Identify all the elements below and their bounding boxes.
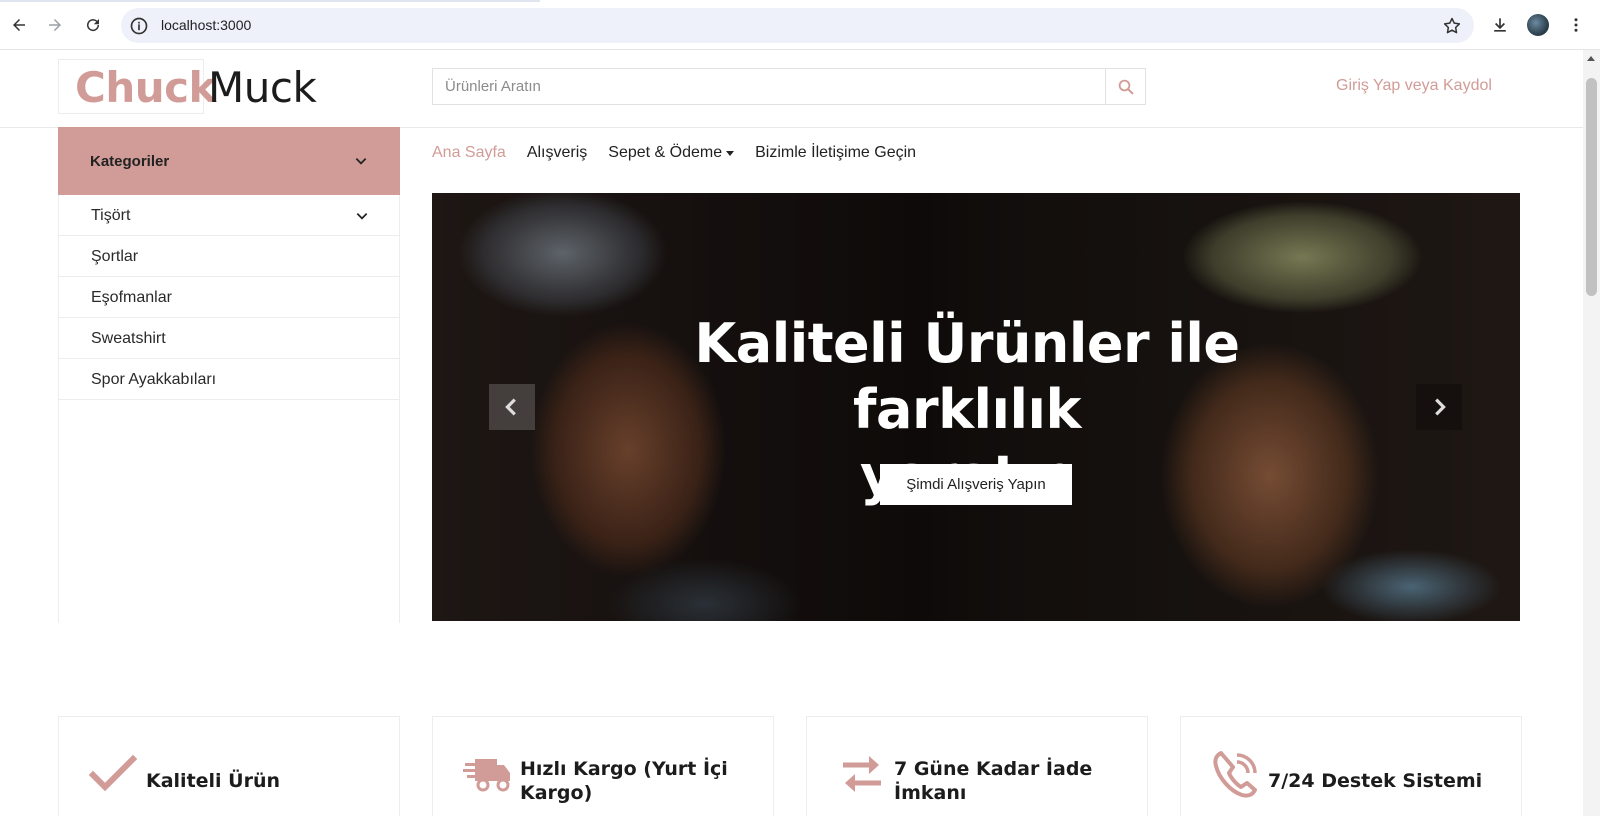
chevron-down-icon[interactable] [355, 209, 369, 223]
url-text[interactable]: localhost:3000 [161, 17, 251, 33]
browser-toolbar: localhost:3000 [0, 0, 1600, 50]
category-label: Spor Ayakkabıları [91, 371, 217, 388]
feature-label-line2: Kargo) [520, 782, 593, 804]
search-bar [432, 68, 1146, 105]
download-icon [1494, 18, 1506, 32]
browser-menu-button[interactable] [1562, 11, 1590, 39]
search-input[interactable] [433, 69, 1107, 104]
hero-title-line1: Kaliteli Ürünler ile farklılık [694, 312, 1240, 441]
category-label: Şortlar [91, 248, 139, 265]
caret-down-icon [726, 150, 735, 156]
feature-quality: Kaliteli Ürün [58, 716, 400, 816]
avatar [1527, 14, 1549, 36]
feature-label: Hızlı Kargo (Yurt İçi Kargo) [520, 757, 760, 805]
more-vert-icon [1574, 18, 1578, 32]
nav-cart-checkout-dropdown[interactable]: Sepet & Ödeme [608, 144, 735, 162]
category-label: Eşofmanlar [91, 289, 172, 306]
nav-shop[interactable]: Alışveriş [527, 144, 587, 162]
logo-chuck[interactable]: Chuck [75, 63, 216, 112]
nav-contact[interactable]: Bizimle İletişime Geçin [755, 144, 916, 162]
category-label: Sweatshirt [91, 330, 166, 347]
arrow-right-icon [49, 19, 61, 31]
categories-title: Kategoriler [90, 153, 170, 170]
check-icon [89, 754, 138, 792]
category-item-sortlar[interactable]: Şortlar [59, 236, 399, 277]
reload-button[interactable] [79, 11, 107, 39]
chevron-down-icon [355, 158, 367, 165]
reload-icon [87, 19, 100, 32]
scrollbar-thumb[interactable] [1586, 78, 1597, 296]
search-icon [1118, 79, 1133, 94]
category-item-esofmanlar[interactable]: Eşofmanlar [59, 277, 399, 318]
carousel-prev-button[interactable] [489, 384, 535, 430]
feature-label: Kaliteli Ürün [146, 770, 281, 792]
page-scrollbar[interactable] [1583, 50, 1600, 816]
nav-home[interactable]: Ana Sayfa [432, 144, 506, 162]
bookmark-star-icon[interactable] [1442, 16, 1462, 36]
arrow-left-icon [13, 19, 25, 31]
downloads-button[interactable] [1486, 11, 1514, 39]
tab-strip-edge [0, 0, 540, 2]
carousel-next-button[interactable] [1416, 384, 1462, 430]
hero-carousel: Kaliteli Ürünler ile farklılık yaratın Ş… [432, 193, 1520, 621]
chevron-right-icon [1435, 398, 1446, 416]
shipping-fast-icon [463, 759, 510, 792]
feature-label-line2: İmkanı [894, 782, 967, 804]
feature-label-line1: Hızlı Kargo (Yurt İçi [520, 758, 728, 780]
info-icon[interactable] [129, 16, 149, 36]
nav-cart-checkout-label: Sepet & Ödeme [608, 144, 723, 161]
feature-returns: 7 Güne Kadar İade İmkanı [806, 716, 1148, 816]
forward-button[interactable] [41, 11, 69, 39]
feature-label: 7/24 Destek Sistemi [1268, 770, 1483, 792]
scroll-up-arrow[interactable] [1587, 56, 1595, 61]
feature-label: 7 Güne Kadar İade İmkanı [894, 757, 1134, 805]
search-button[interactable] [1105, 69, 1145, 104]
back-button[interactable] [5, 11, 33, 39]
category-item-tisort[interactable]: Tişört [59, 195, 399, 236]
category-item-spor-ayakkabilari[interactable]: Spor Ayakkabıları [59, 359, 399, 400]
phone-volume-icon [1213, 751, 1257, 798]
site-header: Chuck Muck Giriş Yap veya Kaydol [0, 50, 1583, 128]
feature-support: 7/24 Destek Sistemi [1180, 716, 1522, 816]
page: Chuck Muck Giriş Yap veya Kaydol Kategor… [0, 50, 1583, 816]
category-label: Tişört [91, 207, 131, 224]
category-item-sweatshirt[interactable]: Sweatshirt [59, 318, 399, 359]
main-nav: Ana Sayfa Alışveriş Sepet & Ödeme Biziml… [432, 144, 937, 162]
shop-now-button[interactable]: Şimdi Alışveriş Yapın [880, 464, 1072, 505]
category-list: Tişört Şortlar Eşofmanlar Sweatshirt Spo… [58, 195, 400, 623]
profile-button[interactable] [1524, 11, 1552, 39]
address-bar[interactable]: localhost:3000 [121, 8, 1474, 43]
feature-label-line1: 7 Güne Kadar İade [894, 758, 1093, 780]
login-register-link[interactable]: Giriş Yap veya Kaydol [1336, 77, 1492, 95]
categories-toggle[interactable]: Kategoriler [58, 127, 400, 195]
feature-fast-shipping: Hızlı Kargo (Yurt İçi Kargo) [432, 716, 774, 816]
exchange-icon [843, 756, 881, 792]
chevron-left-icon [505, 398, 516, 416]
logo-muck[interactable]: Muck [208, 63, 317, 112]
